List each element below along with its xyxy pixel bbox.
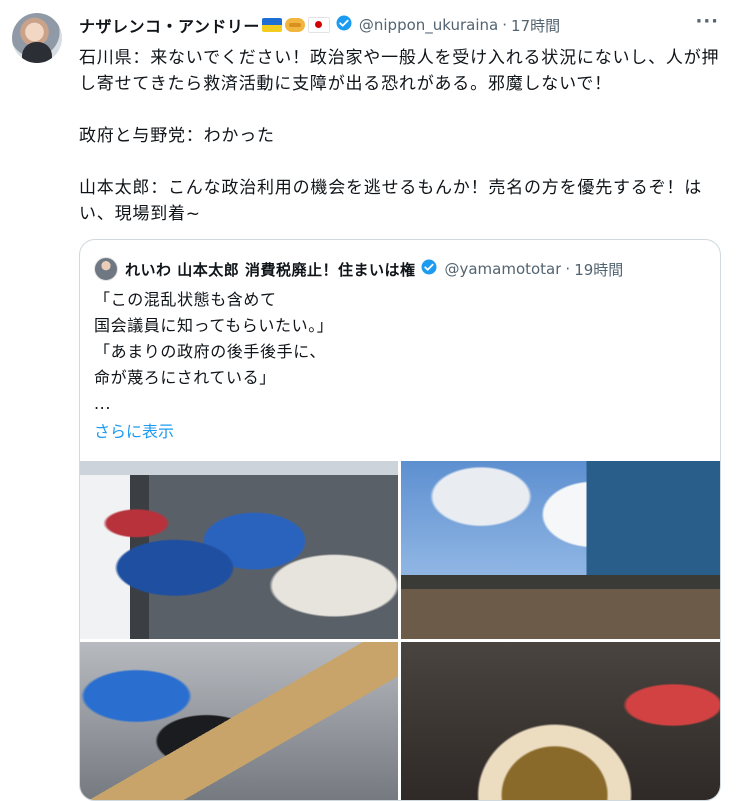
damaged-coastal-houses-photo[interactable] bbox=[401, 461, 720, 639]
display-name[interactable]: ナザレンコ・アンドリー bbox=[79, 13, 260, 37]
ukraine-flag-icon bbox=[261, 18, 282, 32]
quoted-time[interactable]: 19時間 bbox=[574, 259, 623, 280]
tweet-time[interactable]: 17時間 bbox=[511, 15, 560, 36]
quoted-handle[interactable]: @yamamototar bbox=[444, 260, 561, 278]
media-grid bbox=[80, 461, 720, 800]
tweet-header: ナザレンコ・アンドリー @nippon_ukuraina · 17時間 bbox=[79, 12, 719, 38]
author-handle[interactable]: @nippon_ukuraina bbox=[359, 16, 498, 34]
show-more-link[interactable]: さらに表示 bbox=[94, 418, 174, 442]
japan-flag-icon bbox=[307, 17, 330, 33]
quoted-display-name[interactable]: れいわ 山本太郎 消費税廃止！住まいは権 bbox=[125, 259, 415, 280]
separator-dot: · bbox=[565, 260, 571, 278]
bowl-of-food-photo[interactable] bbox=[401, 642, 720, 800]
quoted-tweet-header: れいわ 山本太郎 消費税廃止！住まいは権 @yamamototar · 19時間 bbox=[94, 257, 706, 281]
quoted-verified-badge-icon bbox=[420, 258, 438, 280]
tweet-text: 石川県：来ないでください！政治家や一般人を受け入れる状況にないし、人が押し寄せて… bbox=[79, 48, 720, 224]
quoted-author-avatar[interactable] bbox=[94, 257, 118, 281]
quoted-tweet[interactable]: れいわ 山本太郎 消費税廃止！住まいは権 @yamamototar · 19時間… bbox=[79, 239, 721, 801]
author-avatar[interactable] bbox=[12, 13, 62, 63]
more-options-icon[interactable]: ··· bbox=[695, 11, 719, 32]
handshake-icon bbox=[284, 18, 305, 32]
tent-and-person-photo[interactable] bbox=[80, 642, 398, 800]
quoted-tweet-text: 「この混乱状態も含めて 国会議員に知ってもらいたい。」 「あまりの政府の後手後手… bbox=[94, 290, 334, 413]
separator-dot: · bbox=[502, 16, 508, 34]
verified-badge-icon bbox=[335, 14, 353, 36]
car-loaded-with-blue-bags-photo[interactable] bbox=[80, 461, 398, 639]
